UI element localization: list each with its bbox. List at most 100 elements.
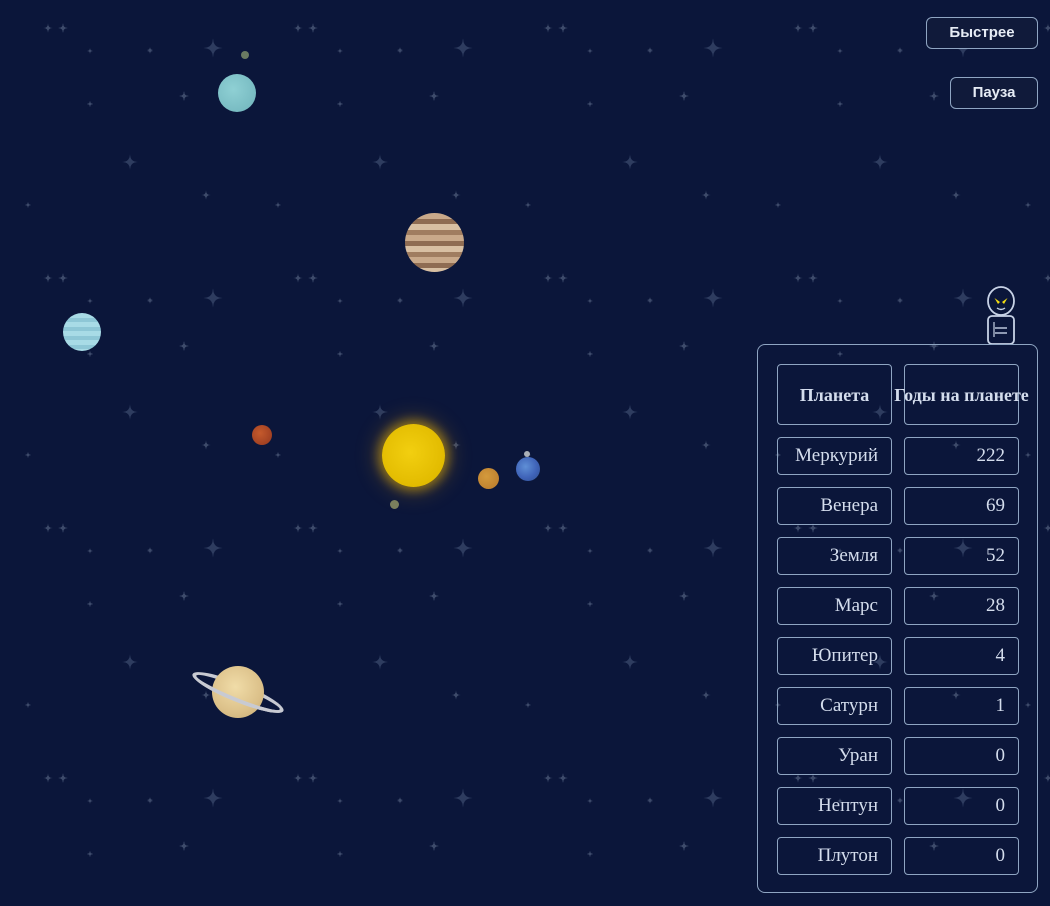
star	[543, 773, 553, 783]
star	[558, 273, 568, 283]
sun	[382, 424, 445, 487]
star	[372, 404, 388, 420]
star	[586, 850, 594, 858]
star	[701, 440, 711, 450]
star	[293, 23, 303, 33]
star	[703, 38, 723, 58]
star	[179, 91, 189, 101]
planet-name-cell: Плутон	[777, 837, 892, 875]
star	[808, 23, 818, 33]
star	[622, 404, 638, 420]
uranus-planet	[218, 74, 256, 112]
star	[336, 547, 344, 555]
star	[336, 600, 344, 608]
star	[896, 296, 904, 304]
star	[179, 591, 189, 601]
planet-name-cell: Сатурн	[777, 687, 892, 725]
faster-button[interactable]: Быстрее	[926, 17, 1038, 49]
planet-years-cell: 222	[904, 437, 1019, 475]
jupiter-planet	[405, 213, 464, 272]
planet-name-cell: Марс	[777, 587, 892, 625]
star	[524, 701, 532, 709]
star	[293, 273, 303, 283]
star	[701, 690, 711, 700]
star	[336, 350, 344, 358]
planet-name-cell: Нептун	[777, 787, 892, 825]
star	[293, 773, 303, 783]
star	[622, 654, 638, 670]
planet-name-cell: Меркурий	[777, 437, 892, 475]
star	[86, 797, 94, 805]
star	[703, 788, 723, 808]
header-years: Годы на планете	[894, 364, 1029, 425]
star	[793, 23, 803, 33]
star	[86, 100, 94, 108]
star	[703, 288, 723, 308]
planet-years-cell: 28	[904, 587, 1019, 625]
star	[43, 23, 53, 33]
star	[396, 796, 404, 804]
star	[24, 201, 32, 209]
star	[308, 523, 318, 533]
star	[86, 350, 94, 358]
star	[201, 190, 211, 200]
star	[679, 91, 689, 101]
star	[951, 190, 961, 200]
star	[646, 796, 654, 804]
star	[586, 350, 594, 358]
star	[203, 538, 223, 558]
star	[808, 273, 818, 283]
star	[274, 201, 282, 209]
planet-years-cell: 1	[904, 687, 1019, 725]
star	[336, 297, 344, 305]
earth-planet	[516, 457, 540, 481]
star	[293, 523, 303, 533]
star	[929, 91, 939, 101]
star	[336, 850, 344, 858]
star	[646, 296, 654, 304]
star	[179, 341, 189, 351]
pause-button[interactable]: Пауза	[950, 77, 1038, 109]
star	[679, 841, 689, 851]
star	[24, 451, 32, 459]
star	[122, 404, 138, 420]
star	[429, 91, 439, 101]
star	[203, 38, 223, 58]
star	[429, 341, 439, 351]
star	[396, 546, 404, 554]
star	[586, 547, 594, 555]
star	[308, 773, 318, 783]
planet-name-cell: Венера	[777, 487, 892, 525]
star	[336, 797, 344, 805]
star	[201, 690, 211, 700]
star	[146, 796, 154, 804]
star	[451, 190, 461, 200]
planet-years-cell: 0	[904, 787, 1019, 825]
star	[396, 46, 404, 54]
star	[451, 440, 461, 450]
star	[58, 273, 68, 283]
star	[86, 47, 94, 55]
star	[646, 46, 654, 54]
neptune-planet	[63, 313, 101, 351]
star	[836, 100, 844, 108]
planet-years-cell: 4	[904, 637, 1019, 675]
star	[122, 654, 138, 670]
star	[836, 297, 844, 305]
star	[524, 201, 532, 209]
star	[953, 288, 973, 308]
star	[543, 273, 553, 283]
star	[43, 523, 53, 533]
planet-name-cell: Земля	[777, 537, 892, 575]
star	[586, 100, 594, 108]
star	[646, 546, 654, 554]
alien-icon	[987, 286, 1015, 345]
star	[43, 773, 53, 783]
star	[43, 273, 53, 283]
star	[203, 288, 223, 308]
star	[774, 201, 782, 209]
star	[1043, 273, 1050, 283]
star	[836, 47, 844, 55]
mars-planet	[252, 425, 272, 445]
star	[429, 591, 439, 601]
